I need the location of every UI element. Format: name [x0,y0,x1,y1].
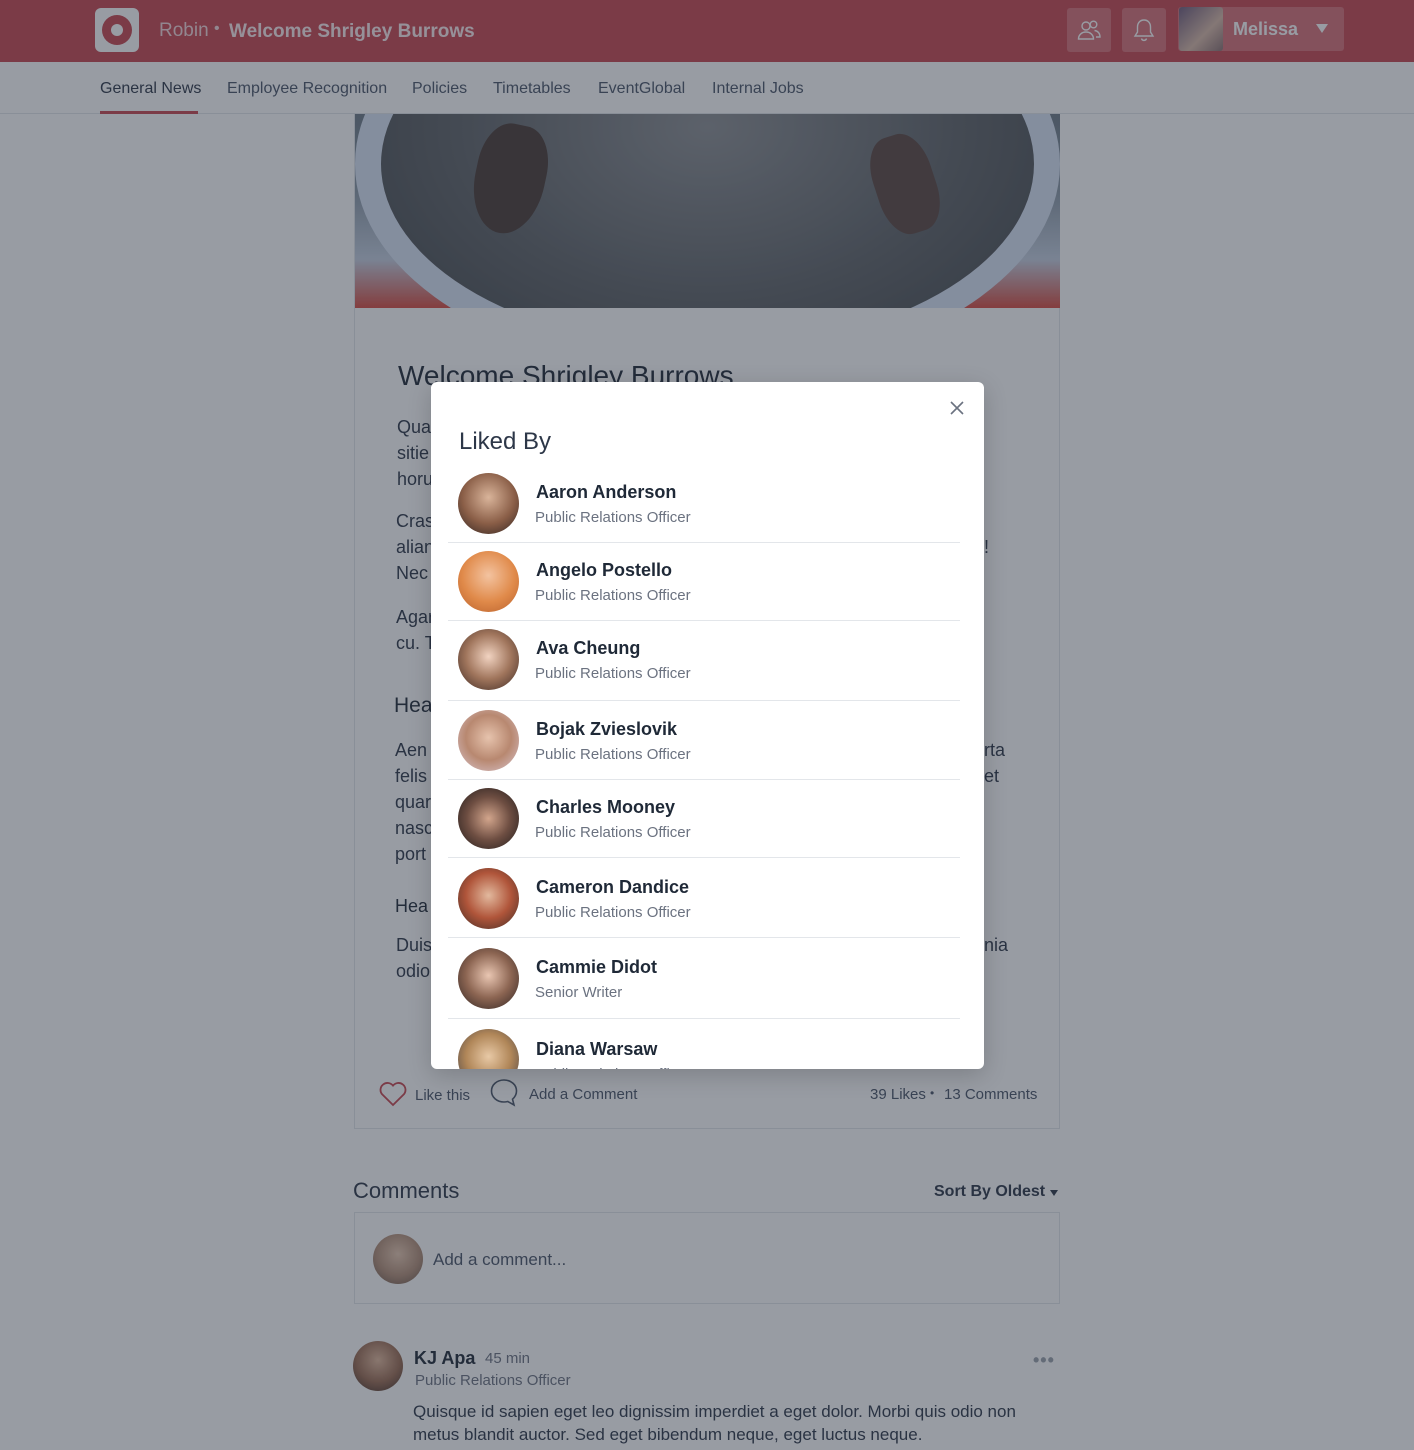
liker-name: Diana Warsaw [536,1039,658,1059]
avatar [458,948,519,1009]
close-icon[interactable] [947,398,967,418]
avatar [458,1029,519,1069]
liker-name: Cameron Dandice [536,877,690,897]
liker-row[interactable]: Diana Warsaw Public Relations Officer [448,1019,960,1069]
avatar [458,551,519,612]
liker-row[interactable]: Cameron Dandice Public Relations Officer [448,858,960,938]
liked-by-modal: Liked By Aaron Anderson Public Relations… [431,382,984,1069]
liker-name: Ava Cheung [536,638,641,658]
liker-row[interactable]: Ava Cheung Public Relations Officer [448,621,960,701]
liker-role: Public Relations Officer [535,587,691,604]
liker-row[interactable]: Angelo Postello Public Relations Officer [448,543,960,621]
avatar [458,629,519,690]
liker-name: Angelo Postello [536,560,673,580]
liker-row[interactable]: Cammie Didot Senior Writer [448,938,960,1019]
liker-name: Aaron Anderson [536,482,677,502]
liker-row[interactable]: Aaron Anderson Public Relations Officer [448,472,960,543]
liker-row[interactable]: Charles Mooney Public Relations Officer [448,780,960,858]
liker-role: Public Relations Officer [535,1066,691,1069]
modal-title: Liked By [459,428,552,455]
liker-role: Public Relations Officer [535,904,691,921]
avatar [458,710,519,771]
liker-role: Public Relations Officer [535,509,691,526]
liker-role: Public Relations Officer [535,665,691,682]
avatar [458,473,519,534]
liker-row[interactable]: Bojak Zvieslovik Public Relations Office… [448,701,960,780]
liker-name: Bojak Zvieslovik [536,719,678,739]
liker-role: Senior Writer [535,984,623,1001]
avatar [458,788,519,849]
liker-role: Public Relations Officer [535,824,691,841]
liker-role: Public Relations Officer [535,746,691,763]
liker-name: Charles Mooney [536,797,676,817]
liker-name: Cammie Didot [536,957,658,977]
avatar [458,868,519,929]
